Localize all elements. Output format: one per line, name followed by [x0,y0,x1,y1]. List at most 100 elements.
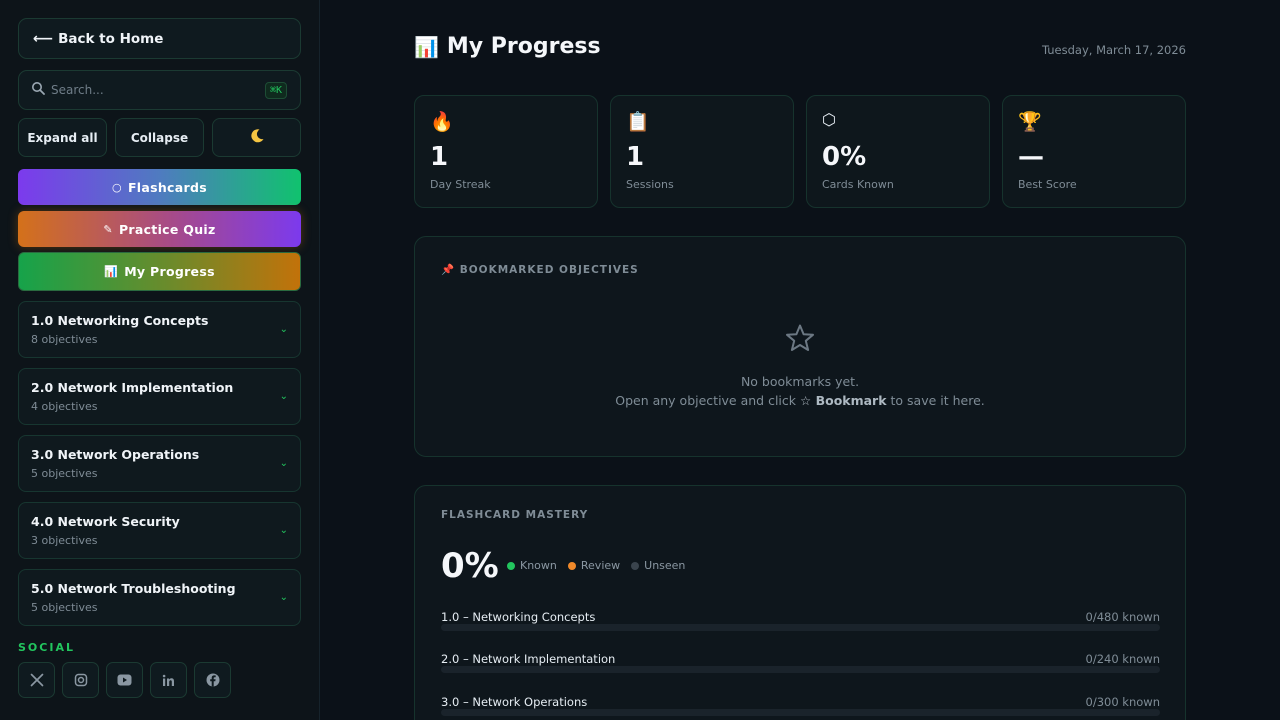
legend-label: Review [580,559,621,572]
section-subtitle: 8 objectives [31,333,98,346]
stat-label: Cards Known [822,178,894,191]
search-icon [31,81,45,99]
moon-icon [249,128,265,147]
stat-card-day-streak: 🔥 1 Day Streak [414,95,598,208]
expand-all-button[interactable]: Expand all [18,118,107,157]
section-network-operations[interactable]: 3.0 Network Operations 5 objectives ⌄ [18,435,301,492]
mastery-row-known: 0/240 known [1085,652,1160,666]
mastery-progress-bar [441,709,1160,716]
mastery-row-name: 1.0 – Networking Concepts [441,610,596,624]
my-progress-button[interactable]: 📊 My Progress [18,252,301,291]
mastery-row-name: 2.0 – Network Implementation [441,652,616,666]
section-network-implementation[interactable]: 2.0 Network Implementation 4 objectives … [18,368,301,425]
trophy-icon: 🏆 [1018,111,1042,133]
empty-hint-pre: Open any objective and click [615,393,797,408]
mastery-row-known: 0/300 known [1085,695,1160,709]
stat-card-best-score: 🏆 — Best Score [1002,95,1186,208]
social-label: SOCIAL [18,641,75,654]
legend-dot [567,561,576,570]
page-title-text: My Progress [446,34,601,59]
back-to-home-label: Back to Home [58,30,164,47]
bookmarks-title: 📌 BOOKMARKED OBJECTIVES [441,264,639,276]
search-placeholder: Search... [51,83,104,97]
clipboard-icon: 📋 [626,111,650,133]
my-progress-label: My Progress [124,264,215,279]
bookmarks-panel: 📌 BOOKMARKED OBJECTIVES No bookmarks yet… [414,236,1186,457]
legend-item-unseen: Unseen [631,559,685,572]
mastery-title: FLASHCARD MASTERY [441,509,589,521]
flashcards-button[interactable]: ○ Flashcards [18,169,301,205]
flashcard-mastery-panel: FLASHCARD MASTERY 0% Known Review Unseen… [414,485,1186,720]
instagram-icon[interactable] [62,662,99,698]
stat-label: Sessions [626,178,674,191]
empty-hint: Open any objective and click ☆ Bookmark … [415,393,1185,408]
legend-item-review: Review [567,559,621,572]
stat-card-sessions: 📋 1 Sessions [610,95,794,208]
expand-all-label: Expand all [27,130,98,145]
stat-label: Best Score [1018,178,1077,191]
legend-label: Unseen [644,559,686,572]
section-subtitle: 5 objectives [31,601,98,614]
star-icon [415,323,1185,357]
arrow-left-icon: ⟵ [33,30,54,47]
search-shortcut-badge: ⌘K [264,81,287,99]
sidebar: ⟵ Back to Home Search... ⌘K Expand all C… [0,0,320,720]
collapse-button[interactable]: Collapse [115,118,204,157]
chart-icon: 📊 [414,34,439,59]
mastery-row: 1.0 – Networking Concepts 0/480 known [441,610,1160,631]
section-subtitle: 5 objectives [31,467,98,480]
stat-value: — [1018,142,1044,172]
section-title: 5.0 Network Troubleshooting [31,581,236,596]
mastery-progress-bar [441,624,1160,631]
stat-value: 1 [626,142,645,172]
legend-label: Known [520,559,557,572]
mastery-row: 3.0 – Network Operations 0/300 known [441,695,1160,716]
current-date: Tuesday, March 17, 2026 [1041,43,1186,57]
section-title: 1.0 Networking Concepts [31,313,209,328]
x-icon[interactable] [18,662,55,698]
legend-dot [631,561,640,570]
chevron-down-icon: ⌄ [279,324,288,335]
mastery-row-known: 0/480 known [1085,610,1160,624]
chevron-down-icon: ⌄ [279,391,288,402]
mastery-legend: Known Review Unseen [507,559,696,572]
theme-toggle-button[interactable] [212,118,301,157]
legend-dot [507,561,515,570]
hexagon-icon: ⬡ [822,110,836,129]
section-network-troubleshooting[interactable]: 5.0 Network Troubleshooting 5 objectives… [18,569,301,626]
youtube-icon[interactable] [106,662,143,698]
circle-icon: ○ [112,180,122,194]
bookmark-hint-label: ☆ Bookmark [800,393,887,408]
stat-card-cards-known: ⬡ 0% Cards Known [806,95,990,208]
mastery-percent: 0% [441,546,499,586]
back-to-home-button[interactable]: ⟵ Back to Home [18,18,301,59]
stat-value: 0% [822,142,867,172]
section-subtitle: 3 objectives [31,534,98,547]
mastery-row: 2.0 – Network Implementation 0/240 known [441,652,1160,673]
legend-item-known: Known [507,559,557,572]
fire-icon: 🔥 [430,111,454,133]
empty-message: No bookmarks yet. [740,374,860,389]
mastery-row-name: 3.0 – Network Operations [441,695,588,709]
section-title: 3.0 Network Operations [31,447,200,462]
facebook-icon[interactable] [194,662,231,698]
practice-quiz-label: Practice Quiz [118,221,216,237]
section-network-security[interactable]: 4.0 Network Security 3 objectives ⌄ [18,502,301,559]
section-subtitle: 4 objectives [31,400,98,413]
mastery-progress-bar [441,666,1160,673]
search-input[interactable]: Search... ⌘K [18,70,301,110]
pencil-icon: ✎ [103,222,113,236]
collapse-label: Collapse [130,130,189,145]
flashcards-label: Flashcards [127,179,207,195]
linkedin-icon[interactable] [150,662,187,698]
page-title: 📊 My Progress [414,34,601,59]
section-title: 2.0 Network Implementation [31,380,234,395]
section-title: 4.0 Network Security [31,514,180,529]
practice-quiz-button[interactable]: ✎ Practice Quiz [18,211,301,247]
stat-label: Day Streak [430,178,491,191]
chevron-down-icon: ⌄ [279,592,288,603]
chart-icon: 📊 [104,265,119,278]
stat-value: 1 [430,142,449,172]
chevron-down-icon: ⌄ [279,458,288,469]
section-networking-concepts[interactable]: 1.0 Networking Concepts 8 objectives ⌄ [18,301,301,358]
